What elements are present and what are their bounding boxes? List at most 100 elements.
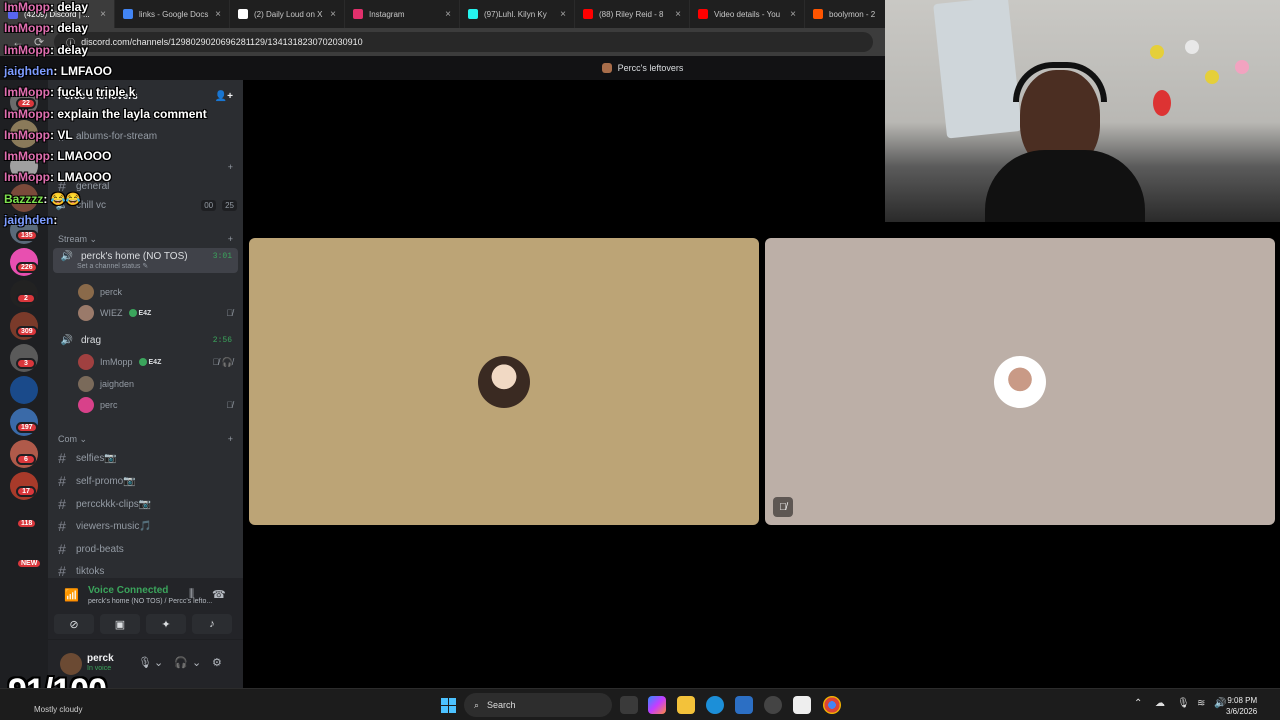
chevron-up-icon[interactable]: ⌃: [1134, 698, 1142, 709]
file-explorer-icon[interactable]: [677, 696, 695, 714]
headphones: [1013, 62, 1107, 102]
voice-connection-panel: 📶 Voice Connected perck's home (NO TOS) …: [48, 578, 243, 640]
tab-favicon-icon: [583, 9, 593, 19]
chat-text: LMAOOO: [57, 170, 112, 185]
start-button[interactable]: [441, 698, 456, 713]
chat-text: delay: [57, 42, 89, 57]
plush-toy: [1205, 70, 1219, 84]
chevron-down-icon[interactable]: ⌄: [192, 656, 201, 669]
category-stream[interactable]: Stream ⌄ +: [58, 234, 233, 245]
voice-user-jaighden[interactable]: jaighden: [78, 376, 233, 392]
store-icon[interactable]: [735, 696, 753, 714]
clock-date: 3/6/2026: [1226, 707, 1258, 716]
chat-username: ImMopp: [4, 42, 50, 57]
headphones-icon[interactable]: 🎧: [174, 656, 188, 669]
channel-tiktoks[interactable]: # tiktoks: [54, 563, 237, 579]
mention-badge: 309: [16, 326, 38, 337]
activities-button[interactable]: ✦: [146, 614, 186, 634]
close-tab-icon[interactable]: ×: [330, 9, 336, 20]
camera-off-button[interactable]: ⊘: [54, 614, 94, 634]
voice-channel-drag[interactable]: 🔊 drag 2:56: [53, 332, 238, 349]
add-channel-icon[interactable]: +: [228, 162, 233, 172]
copilot-icon[interactable]: [648, 696, 666, 714]
url-text: discord.com/channels/1298029020696281129…: [81, 37, 363, 47]
tab-title: (88) Riley Reid - 8: [599, 9, 664, 19]
voice-channel-percks-home[interactable]: 🔊 perck's home (NO TOS) 3:01 Set a chann…: [53, 248, 238, 273]
signal-icon[interactable]: 📶: [64, 588, 79, 602]
tab-title: (97)Luhl. Kilyn Ky: [484, 9, 547, 19]
server-icon[interactable]: [10, 376, 38, 404]
user-name: perck: [87, 653, 114, 664]
tab-title: links - Google Docs: [139, 9, 209, 19]
channel-albums-for-stream[interactable]: # albums-for-stream: [54, 128, 237, 144]
chat-text: LMFAOO: [60, 63, 113, 78]
category-com[interactable]: Com ⌄ +: [58, 434, 233, 445]
windows-taskbar: Mostly cloudy ⌕ Search ⌃ ☁ 🎙 ≋ 🔊 9:08 PM…: [0, 688, 1280, 720]
chat-message: ImMopp: VL: [4, 127, 73, 142]
close-tab-icon[interactable]: ×: [100, 9, 106, 20]
microphone-icon[interactable]: 🎙: [1177, 698, 1190, 709]
category-label: Stream: [58, 234, 88, 244]
chat-message: jaighden: LMFAOO: [4, 63, 113, 78]
server-icon: [601, 63, 612, 73]
edge-icon[interactable]: [706, 696, 724, 714]
avatar: [478, 355, 530, 408]
tab-favicon-icon: [698, 9, 708, 19]
taskbar-search[interactable]: ⌕ Search: [464, 693, 612, 717]
browser-tab[interactable]: Instagram ×: [345, 0, 460, 28]
voice-user-wiez[interactable]: WIEZ E4Z 🎙̸: [78, 305, 233, 321]
mention-badge: 17: [16, 486, 36, 497]
close-tab-icon[interactable]: ×: [445, 9, 451, 20]
wifi-icon[interactable]: ≋: [1197, 698, 1205, 709]
hanging-shirt: [933, 0, 1022, 139]
voice-channel-chill-vc[interactable]: 🔈 chill vc 00 25: [54, 200, 237, 211]
browser-tab[interactable]: links - Google Docs ×: [115, 0, 230, 28]
weather-widget[interactable]: Mostly cloudy: [34, 705, 82, 714]
close-tab-icon[interactable]: ×: [790, 9, 796, 20]
channel-selfies[interactable]: # selfies📷: [54, 450, 237, 466]
voice-user-immopp[interactable]: ImMopp E4Z 🎙̸ 🎧̸: [78, 354, 233, 370]
add-channel-icon[interactable]: +: [228, 434, 233, 445]
system-clock[interactable]: 9:08 PM 3/6/2026: [1226, 695, 1257, 717]
app-icon[interactable]: [793, 696, 811, 714]
app-icon[interactable]: [764, 696, 782, 714]
avatar: [78, 305, 94, 321]
voice-user-perc[interactable]: perc 🎙̸: [78, 397, 233, 413]
voice-connected-label[interactable]: Voice Connected: [88, 585, 168, 596]
video-tile-user-2[interactable]: 🎙̸: [765, 238, 1275, 525]
close-tab-icon[interactable]: ×: [675, 9, 681, 20]
voice-user-perck[interactable]: perck: [78, 284, 233, 300]
invite-icon[interactable]: 👤+: [215, 91, 233, 102]
microphone-icon[interactable]: 🎙: [138, 656, 152, 669]
chevron-down-icon[interactable]: ⌄: [154, 656, 163, 669]
video-tile-user-1[interactable]: [249, 238, 759, 525]
browser-tab[interactable]: (88) Riley Reid - 8 ×: [575, 0, 690, 28]
chat-text: delay: [57, 21, 89, 36]
close-tab-icon[interactable]: ×: [560, 9, 566, 20]
noise-suppression-icon[interactable]: ⫼: [189, 588, 194, 601]
mention-badge: 6: [16, 454, 36, 465]
browser-tab[interactable]: Video details - You ×: [690, 0, 805, 28]
gear-icon[interactable]: ⚙: [212, 656, 222, 669]
browser-tab[interactable]: (2) Daily Loud on X ×: [230, 0, 345, 28]
channel-percckkk-clips[interactable]: # percckkk-clips📷: [54, 496, 237, 512]
channel-label: tiktoks: [76, 565, 105, 577]
browser-tab[interactable]: (97)Luhl. Kilyn Ky ×: [460, 0, 575, 28]
channel-prod-beats[interactable]: # prod-beats: [54, 541, 237, 557]
plush-toy: [1153, 90, 1171, 116]
url-field[interactable]: ⓘ discord.com/channels/12980290206962811…: [54, 32, 873, 52]
channel-viewers-music[interactable]: # viewers-music🎵: [54, 518, 237, 534]
volume-icon[interactable]: 🔊: [1214, 698, 1226, 709]
browser-tab-bar: (4269) Discord | ... × links - Google Docs…: [0, 0, 920, 28]
screen-share-button[interactable]: ▣: [100, 614, 140, 634]
task-view-icon[interactable]: [620, 696, 638, 714]
user-name: jaighden: [100, 379, 135, 389]
disconnect-icon[interactable]: ☎: [212, 588, 226, 601]
close-tab-icon[interactable]: ×: [215, 9, 221, 20]
channel-self-promo[interactable]: # self-promo📷: [54, 473, 237, 489]
network-icon[interactable]: ☁: [1155, 698, 1165, 709]
chrome-icon[interactable]: [823, 696, 841, 714]
channel-status[interactable]: Set a channel status ✎: [59, 262, 232, 270]
add-channel-icon[interactable]: +: [228, 234, 233, 245]
soundboard-button[interactable]: ♪: [192, 614, 232, 634]
